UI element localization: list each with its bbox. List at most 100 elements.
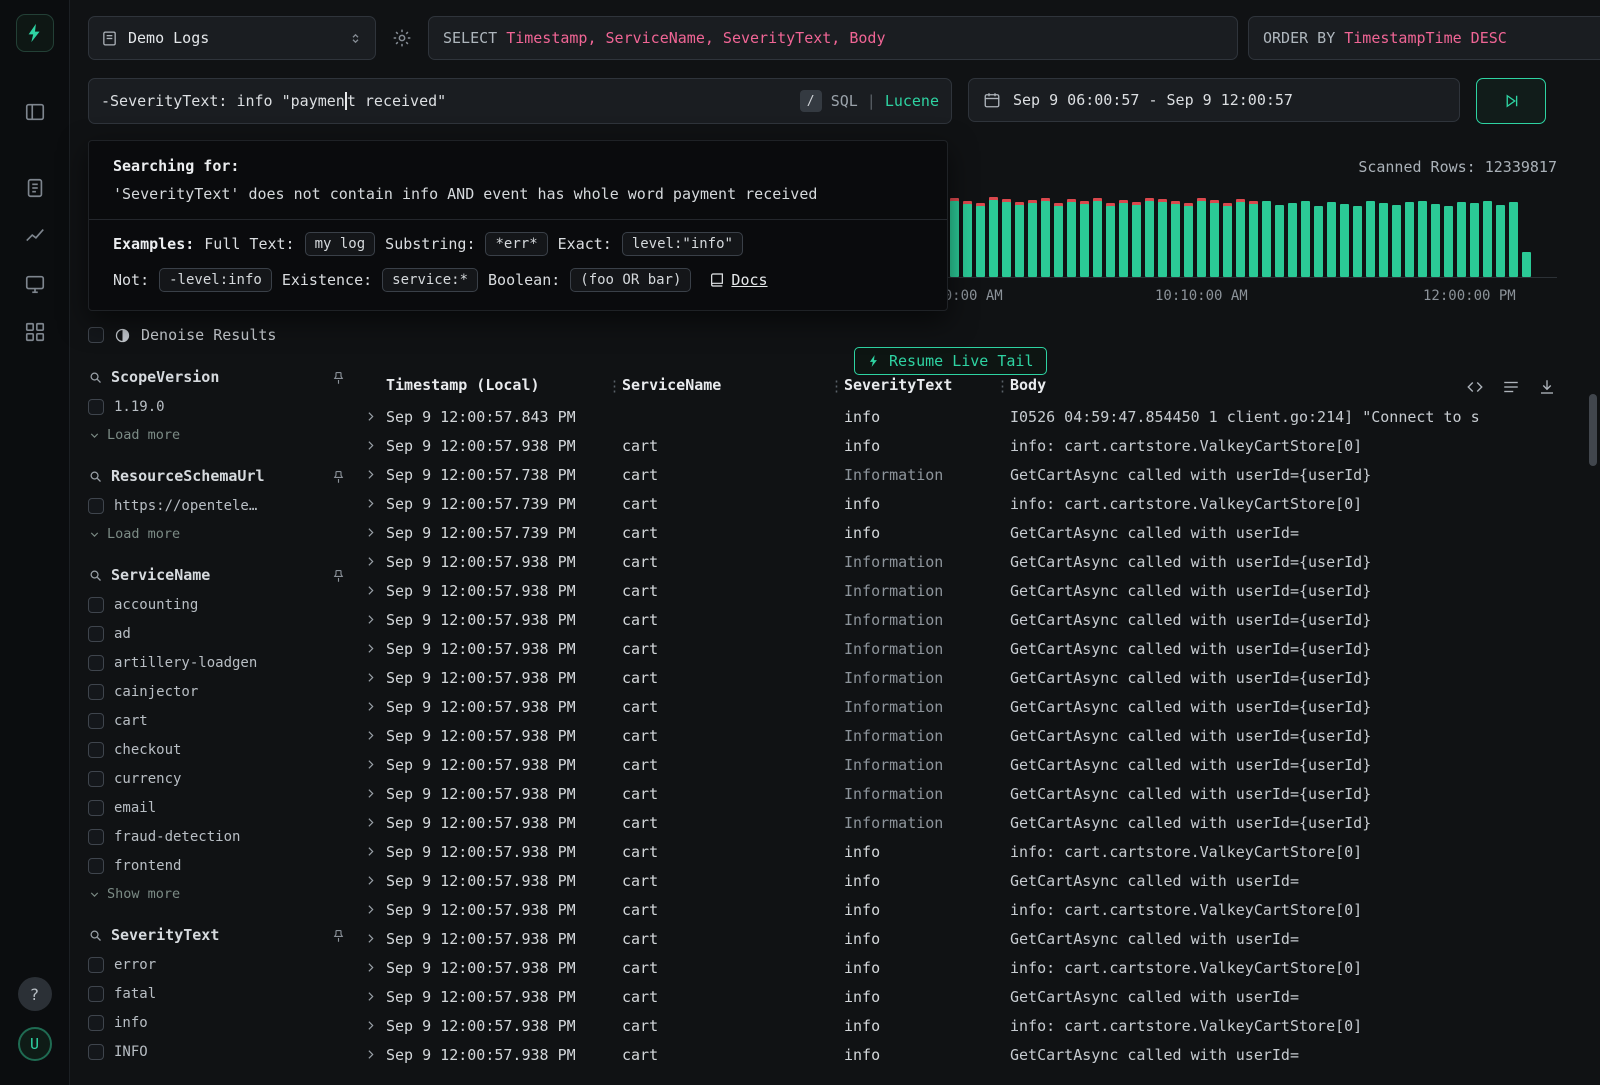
expand-row-icon[interactable]	[360, 1048, 386, 1061]
time-range-picker[interactable]: Sep 9 06:00:57 - Sep 9 12:00:57	[968, 78, 1460, 122]
sessions-nav-icon[interactable]	[15, 264, 55, 304]
histogram-bar[interactable]	[1379, 203, 1388, 277]
checkbox[interactable]	[88, 626, 104, 642]
filter-item[interactable]: checkout	[88, 742, 356, 758]
expand-row-icon[interactable]	[360, 816, 386, 829]
example-chip[interactable]: level:"info"	[622, 232, 743, 256]
settings-gear-icon[interactable]	[386, 18, 418, 58]
histogram-bar[interactable]	[1483, 201, 1492, 277]
table-row[interactable]: Sep 9 12:00:57.938 PM cart Information G…	[360, 576, 1586, 605]
filter-item[interactable]: accounting	[88, 597, 356, 613]
histogram-bar[interactable]	[1340, 204, 1349, 277]
histogram-bar[interactable]	[963, 204, 972, 277]
expand-row-icon[interactable]	[360, 497, 386, 510]
source-selector[interactable]: Demo Logs	[88, 16, 376, 60]
table-row[interactable]: Sep 9 12:00:57.938 PM cart info GetCartA…	[360, 866, 1586, 895]
app-logo[interactable]	[16, 14, 54, 52]
histogram-bar[interactable]	[1028, 203, 1037, 277]
pin-icon[interactable]	[331, 469, 346, 484]
table-row[interactable]: Sep 9 12:00:57.938 PM cart Information G…	[360, 779, 1586, 808]
table-row[interactable]: Sep 9 12:00:57.938 PM cart Information G…	[360, 808, 1586, 837]
table-row[interactable]: Sep 9 12:00:57.938 PM cart Information G…	[360, 605, 1586, 634]
table-row[interactable]: Sep 9 12:00:57.938 PM cart Information G…	[360, 634, 1586, 663]
filter-item[interactable]: error	[88, 957, 356, 973]
histogram-bar[interactable]	[1223, 206, 1232, 277]
histogram-bar[interactable]	[1054, 206, 1063, 277]
histogram-bar[interactable]	[1366, 201, 1375, 277]
filter-more[interactable]: Load more	[88, 427, 356, 443]
docs-link[interactable]: Docs	[709, 271, 767, 289]
table-row[interactable]: Sep 9 12:00:57.938 PM cart Information G…	[360, 750, 1586, 779]
histogram-bar[interactable]	[1119, 203, 1128, 277]
histogram-bar[interactable]	[1158, 202, 1167, 277]
histogram-bar[interactable]	[1067, 202, 1076, 277]
histogram-bar[interactable]	[1522, 252, 1531, 277]
checkbox[interactable]	[88, 684, 104, 700]
expand-row-icon[interactable]	[360, 613, 386, 626]
example-chip[interactable]: *err*	[485, 232, 547, 256]
filter-item[interactable]: artillery-loadgen	[88, 655, 356, 671]
expand-row-icon[interactable]	[360, 526, 386, 539]
histogram-bar[interactable]	[1106, 206, 1115, 277]
expand-row-icon[interactable]	[360, 1019, 386, 1032]
example-chip[interactable]: my log	[305, 232, 376, 256]
filter-section-title[interactable]: ScopeVersion	[111, 368, 219, 386]
column-resize-handle[interactable]: ⋮	[995, 377, 1010, 395]
table-row[interactable]: Sep 9 12:00:57.739 PM cart info info: ca…	[360, 489, 1586, 518]
checkbox[interactable]	[88, 957, 104, 973]
histogram-bar[interactable]	[1015, 205, 1024, 277]
histogram-bar[interactable]	[1184, 206, 1193, 277]
filter-item[interactable]: ad	[88, 626, 356, 642]
histogram-bar[interactable]	[1041, 201, 1050, 277]
table-row[interactable]: Sep 9 12:00:57.938 PM cart info info: ca…	[360, 1011, 1586, 1040]
help-button[interactable]: ?	[18, 977, 52, 1011]
search-input[interactable]: -SeverityText: info "payment received" /…	[88, 78, 952, 124]
select-columns-input[interactable]: SELECT Timestamp, ServiceName, SeverityT…	[428, 16, 1238, 60]
histogram-bar[interactable]	[1509, 202, 1518, 277]
expand-row-icon[interactable]	[360, 700, 386, 713]
filter-item[interactable]: INFO	[88, 1044, 356, 1060]
histogram-bar[interactable]	[1444, 206, 1453, 277]
filter-item[interactable]: cart	[88, 713, 356, 729]
example-chip[interactable]: -level:info	[159, 268, 272, 292]
expand-row-icon[interactable]	[360, 555, 386, 568]
filter-item[interactable]: info	[88, 1015, 356, 1031]
table-row[interactable]: Sep 9 12:00:57.843 PM info I0526 04:59:4…	[360, 402, 1586, 431]
table-row[interactable]: Sep 9 12:00:57.938 PM cart info info: ca…	[360, 837, 1586, 866]
filter-item[interactable]: frontend	[88, 858, 356, 874]
checkbox[interactable]	[88, 771, 104, 787]
histogram-bar[interactable]	[1236, 202, 1245, 277]
expand-row-icon[interactable]	[360, 990, 386, 1003]
table-row[interactable]: Sep 9 12:00:57.938 PM cart info info: ca…	[360, 953, 1586, 982]
lang-toggle-sql[interactable]: SQL	[831, 92, 858, 110]
collapse-sidebar-icon[interactable]	[15, 92, 55, 132]
expand-row-icon[interactable]	[360, 932, 386, 945]
histogram-bar[interactable]	[1249, 204, 1258, 277]
checkbox[interactable]	[88, 498, 104, 514]
histogram-bar[interactable]	[1496, 205, 1505, 277]
histogram-bar[interactable]	[1171, 204, 1180, 277]
filter-item[interactable]: https://opentele…	[88, 498, 356, 514]
dashboards-nav-icon[interactable]	[15, 312, 55, 352]
expand-row-icon[interactable]	[360, 671, 386, 684]
chart-nav-icon[interactable]	[15, 216, 55, 256]
histogram-bar[interactable]	[989, 200, 998, 277]
table-row[interactable]: Sep 9 12:00:57.738 PM cart Information G…	[360, 460, 1586, 489]
expand-row-icon[interactable]	[360, 584, 386, 597]
histogram-bar[interactable]	[1431, 204, 1440, 277]
expand-row-icon[interactable]	[360, 729, 386, 742]
column-resize-handle[interactable]: ⋮	[829, 377, 844, 395]
filter-item[interactable]: currency	[88, 771, 356, 787]
histogram-bar[interactable]	[1145, 201, 1154, 277]
scrollbar-thumb[interactable]	[1589, 394, 1597, 466]
histogram-bar[interactable]	[1418, 201, 1427, 277]
histogram-bar[interactable]	[1470, 203, 1479, 277]
expand-row-icon[interactable]	[360, 845, 386, 858]
histogram-bar[interactable]	[1275, 205, 1284, 277]
expand-row-icon[interactable]	[360, 787, 386, 800]
expand-row-icon[interactable]	[360, 439, 386, 452]
checkbox[interactable]	[88, 1015, 104, 1031]
run-query-button[interactable]	[1476, 78, 1546, 124]
histogram-bar[interactable]	[1457, 202, 1466, 277]
denoise-results-toggle[interactable]: Denoise Results	[88, 326, 356, 344]
